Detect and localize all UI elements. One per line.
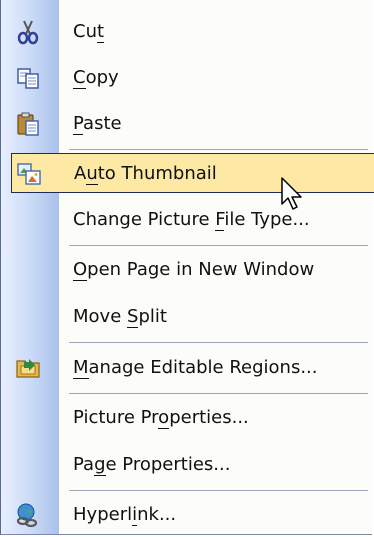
menu-separator (69, 245, 368, 246)
menu-item-paste[interactable]: Paste (1, 104, 373, 144)
menu-item-label: Copy (73, 67, 119, 89)
menu-item-picture-properties[interactable]: Picture Properties... (1, 398, 373, 438)
menu-item-label: Hyperlink... (73, 504, 177, 526)
menu-separator (69, 490, 368, 491)
menu-separator (69, 393, 368, 394)
menu-item-auto-thumbnail[interactable]: Auto Thumbnail (11, 153, 374, 193)
menu-item-label: Move Split (73, 306, 167, 328)
menu-item-change-picture-file-type[interactable]: Change Picture File Type... (1, 200, 373, 240)
menu-item-cut[interactable]: Cut (1, 12, 373, 52)
menu-item-page-properties[interactable]: Page Properties... (1, 445, 373, 485)
copy-icon (17, 68, 39, 89)
menu-item-label: Change Picture File Type... (73, 209, 310, 231)
menu-separator (69, 149, 368, 150)
menu-item-label: Paste (73, 113, 122, 135)
menu-item-copy[interactable]: Copy (1, 58, 373, 98)
menu-separator (69, 342, 368, 343)
menu-item-label: Cut (73, 21, 105, 43)
scissors-icon (17, 20, 39, 45)
menu-item-label: Page Properties... (73, 454, 231, 476)
hyperlink-icon (16, 503, 38, 528)
mouse-cursor-icon (281, 177, 302, 210)
menu-item-label: Manage Editable Regions... (73, 357, 318, 379)
menu-item-label: Picture Properties... (73, 407, 249, 429)
context-menu: Cut Copy Paste Auto Thumbnail Change Pic… (0, 0, 374, 535)
auto-thumbnail-icon (17, 163, 41, 185)
menu-item-label: Open Page in New Window (73, 259, 315, 281)
editable-regions-icon (16, 359, 40, 378)
menu-item-label: Auto Thumbnail (74, 163, 217, 185)
menu-item-open-page-new-window[interactable]: Open Page in New Window (1, 250, 373, 290)
menu-item-manage-editable-regions[interactable]: Manage Editable Regions... (1, 348, 373, 388)
paste-icon (17, 112, 39, 136)
menu-item-move-split[interactable]: Move Split (1, 297, 373, 337)
menu-item-hyperlink[interactable]: Hyperlink... (1, 495, 373, 535)
